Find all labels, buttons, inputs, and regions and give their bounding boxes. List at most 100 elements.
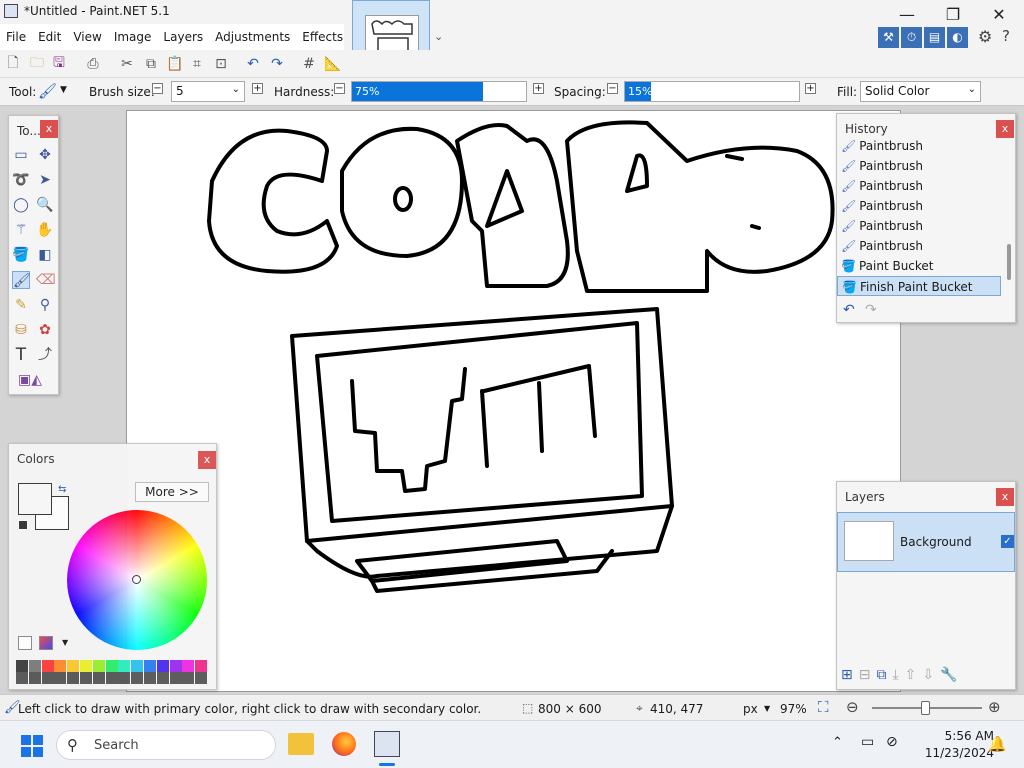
history-item[interactable]: 🖌 Paintbrush bbox=[837, 176, 1001, 196]
line-curve-icon[interactable]: ⤴ bbox=[36, 346, 54, 364]
palette-swatch[interactable] bbox=[80, 660, 92, 684]
gradient-icon[interactable]: ◧ bbox=[36, 246, 54, 264]
clock-date[interactable]: 11/23/2024 bbox=[916, 746, 994, 760]
shapes-icon[interactable]: ▣◭ bbox=[12, 371, 48, 389]
brush-size-increase-button[interactable]: + bbox=[252, 83, 263, 94]
tab-dropdown-icon[interactable]: ⌄ bbox=[434, 30, 443, 43]
fill-mode-select[interactable]: Solid Color ⌄ bbox=[860, 81, 981, 102]
save-icon[interactable]: 🖫 bbox=[50, 55, 68, 73]
spacing-decrease-button[interactable]: − bbox=[607, 83, 618, 94]
history-scrollbar[interactable] bbox=[1007, 244, 1011, 280]
menu-edit[interactable]: Edit bbox=[32, 30, 67, 44]
windows-start-icon[interactable] bbox=[21, 735, 43, 757]
history-item[interactable]: 🪣 Paint Bucket bbox=[837, 256, 1001, 276]
text-icon[interactable]: T bbox=[12, 346, 30, 364]
taskbar-search-box[interactable]: ⚲ Search bbox=[56, 730, 276, 760]
palette-swatch[interactable] bbox=[67, 660, 80, 684]
history-toggle-icon[interactable]: ⏱ bbox=[901, 27, 922, 48]
palette-swatch[interactable] bbox=[169, 660, 182, 684]
palette-swatch[interactable] bbox=[16, 660, 28, 684]
zoom-icon[interactable]: 🔍 bbox=[36, 196, 54, 214]
history-item[interactable]: 🖌 Paintbrush bbox=[837, 216, 1001, 236]
layers-panel-close-button[interactable]: x bbox=[996, 488, 1014, 506]
palette-swatch[interactable] bbox=[182, 660, 195, 684]
tools-toggle-icon[interactable]: ⚒ bbox=[878, 27, 899, 48]
colors-toggle-icon[interactable]: ◐ bbox=[947, 27, 968, 48]
redo-icon[interactable]: ↷ bbox=[268, 55, 286, 73]
pan-hand-icon[interactable]: ✋ bbox=[36, 221, 54, 239]
zoom-to-window-icon[interactable]: ⛶ bbox=[818, 698, 829, 716]
paintbrush-tool-icon[interactable]: 🖌 bbox=[38, 82, 57, 100]
menu-view[interactable]: View bbox=[67, 30, 107, 44]
grid-icon[interactable]: # bbox=[300, 55, 318, 73]
color-picker-icon[interactable]: ⚲ bbox=[36, 296, 54, 314]
clock-time[interactable]: 5:56 AM bbox=[922, 729, 994, 743]
units-select[interactable]: px bbox=[743, 702, 758, 716]
palette-swatch[interactable] bbox=[92, 660, 105, 684]
zoom-slider-thumb[interactable] bbox=[921, 701, 930, 715]
palette-swatch[interactable] bbox=[28, 660, 41, 684]
color-wheel-cursor[interactable] bbox=[132, 575, 141, 584]
settings-gear-icon[interactable]: ⚙ bbox=[978, 27, 992, 46]
file-explorer-icon[interactable] bbox=[288, 733, 314, 755]
crop-to-selection-icon[interactable]: ⌗ bbox=[188, 55, 206, 73]
tools-panel-close-button[interactable]: x bbox=[40, 120, 58, 138]
spacing-slider[interactable]: 15% bbox=[624, 81, 800, 102]
zoom-out-icon[interactable]: ⊖ bbox=[846, 698, 859, 716]
merge-layer-icon[interactable]: ⤓ bbox=[892, 667, 898, 683]
history-item[interactable]: 🖌 Paintbrush bbox=[837, 196, 1001, 216]
add-layer-icon[interactable]: ⊞ bbox=[841, 667, 853, 683]
tray-device-icon[interactable]: ▭ bbox=[861, 734, 874, 750]
brush-size-input[interactable]: 5 ⌄ bbox=[171, 81, 245, 102]
palette-dropdown-arrow-icon[interactable]: ▼ bbox=[62, 638, 68, 647]
firefox-icon[interactable] bbox=[332, 732, 356, 756]
move-selection-icon[interactable]: ➤ bbox=[36, 171, 54, 189]
lasso-select-icon[interactable]: ➰ bbox=[12, 171, 30, 189]
palette-swatch[interactable] bbox=[195, 660, 208, 684]
history-redo-icon[interactable]: ↷ bbox=[865, 302, 877, 318]
open-file-icon[interactable]: 🗀 bbox=[28, 55, 46, 73]
more-colors-button[interactable]: More >> bbox=[135, 482, 209, 502]
paste-icon[interactable]: 📋 bbox=[166, 55, 184, 73]
menu-layers[interactable]: Layers bbox=[157, 30, 209, 44]
ruler-icon[interactable]: 📐 bbox=[324, 55, 342, 73]
history-item[interactable]: 🖌 Paintbrush bbox=[837, 156, 1001, 176]
undo-icon[interactable]: ↶ bbox=[244, 55, 262, 73]
history-item[interactable]: 🪣 Finish Paint Bucket bbox=[837, 276, 1001, 296]
spacing-increase-button[interactable]: + bbox=[805, 83, 816, 94]
hardness-increase-button[interactable]: + bbox=[533, 83, 544, 94]
layer-row-background[interactable]: Background ✓ bbox=[837, 512, 1015, 572]
ellipse-select-icon[interactable]: ◯ bbox=[12, 196, 30, 214]
history-item[interactable]: 🖌 Paintbrush bbox=[837, 236, 1001, 256]
menu-adjustments[interactable]: Adjustments bbox=[209, 30, 296, 44]
print-icon[interactable]: ⎙ bbox=[84, 55, 102, 73]
menu-effects[interactable]: Effects bbox=[296, 30, 349, 44]
palette-swatch[interactable] bbox=[144, 660, 156, 684]
clone-stamp-icon[interactable]: ⛁ bbox=[12, 321, 30, 339]
duplicate-layer-icon[interactable]: ⧉ bbox=[876, 667, 886, 683]
palette-menu-icon[interactable] bbox=[39, 636, 53, 650]
palette-swatch[interactable] bbox=[156, 660, 169, 684]
layer-visibility-checkbox[interactable]: ✓ bbox=[1001, 535, 1014, 548]
menu-file[interactable]: File bbox=[0, 30, 32, 44]
menu-image[interactable]: Image bbox=[108, 30, 158, 44]
primary-color-swatch[interactable] bbox=[18, 483, 52, 515]
pencil-icon[interactable]: ✎ bbox=[12, 296, 30, 314]
paintbrush-icon[interactable]: 🖌 bbox=[12, 271, 31, 289]
move-layer-down-icon[interactable]: ⇩ bbox=[922, 667, 934, 683]
layer-properties-icon[interactable]: 🔧 bbox=[940, 667, 957, 683]
history-item[interactable]: 🖌 Paintbrush bbox=[837, 138, 1001, 156]
paintnet-taskbar-icon[interactable] bbox=[374, 731, 400, 757]
cut-icon[interactable]: ✂ bbox=[118, 55, 136, 73]
swap-colors-icon[interactable]: ⇆ bbox=[58, 484, 66, 495]
rectangle-select-icon[interactable]: ▭ bbox=[12, 146, 30, 164]
notifications-bell-icon[interactable]: 🔔 bbox=[988, 735, 1007, 753]
deselect-icon[interactable]: ⊡ bbox=[212, 55, 230, 73]
delete-layer-icon[interactable]: ⊟ bbox=[859, 667, 871, 683]
move-layer-up-icon[interactable]: ⇧ bbox=[905, 667, 917, 683]
tray-overflow-icon[interactable]: ⌃ bbox=[832, 735, 843, 750]
drawing-canvas[interactable] bbox=[126, 110, 901, 692]
brush-size-decrease-button[interactable]: − bbox=[152, 83, 163, 94]
hardness-decrease-button[interactable]: − bbox=[334, 83, 345, 94]
units-dropdown-arrow-icon[interactable]: ▼ bbox=[764, 704, 770, 713]
